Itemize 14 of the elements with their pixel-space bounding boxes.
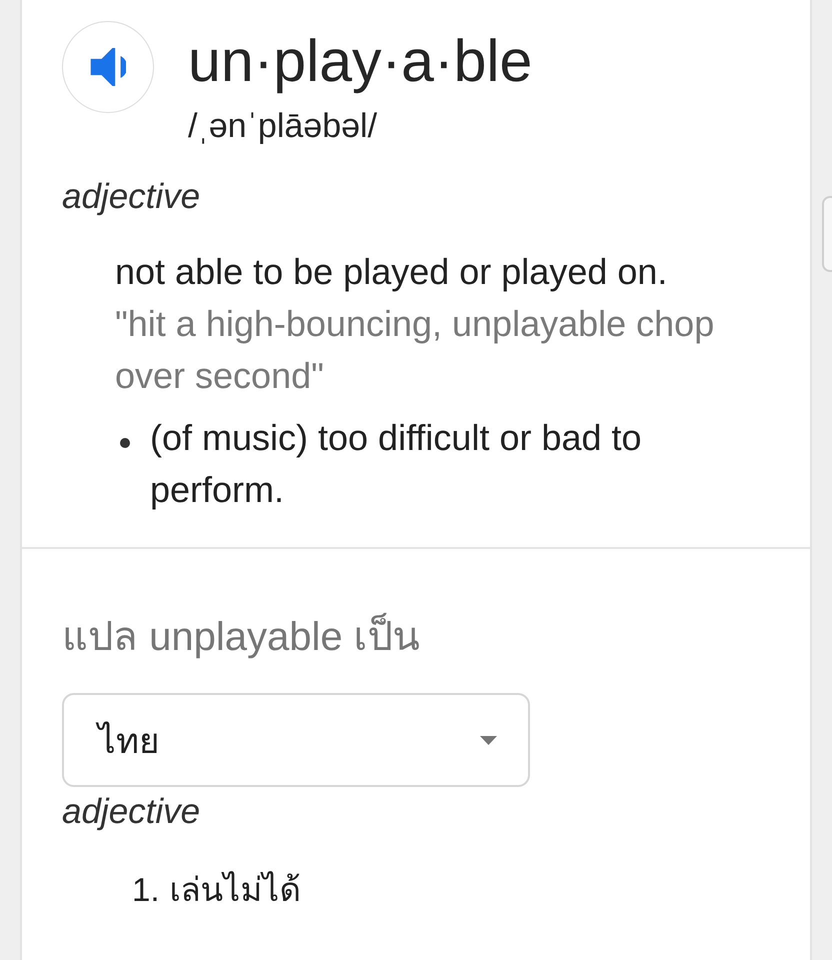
example-text: "hit a high-bouncing, unplayable chop over second"	[115, 302, 716, 398]
headword: un·play·a·ble	[188, 29, 532, 93]
caret-icon	[480, 736, 497, 744]
part-of-speech: adjective	[62, 791, 202, 833]
meaning-number: 1.	[132, 870, 160, 910]
part-of-speech: adjective	[62, 176, 202, 218]
definition-text: not able to be played or played on.	[115, 250, 668, 294]
definition-text: (of music) too difficult or bad to perform.	[150, 416, 643, 512]
language-select[interactable]: ไทย	[62, 693, 530, 787]
bullet-icon	[120, 438, 130, 448]
translate-heading: แปล unplayable เป็น	[62, 612, 770, 662]
phonetic: /ˌənˈplāəbəl/	[188, 106, 378, 147]
speaker-icon	[88, 48, 126, 86]
meaning-text: เล่นไม่ได้	[170, 870, 301, 910]
